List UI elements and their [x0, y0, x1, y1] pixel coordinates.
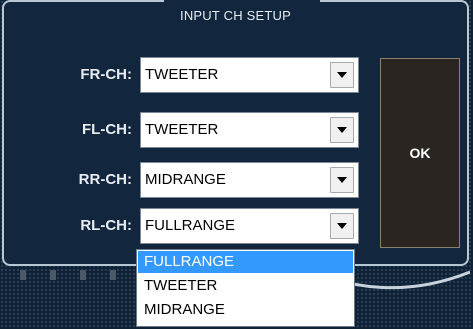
channel-select-rl[interactable]: FULLRANGE — [140, 208, 359, 244]
dropdown-option-fullrange[interactable]: FULLRANGE — [138, 251, 353, 273]
channel-label-rr: RR-CH: — [78, 171, 132, 188]
decorative-meter-strip — [20, 270, 140, 282]
channel-label-rl: RL-CH: — [80, 217, 132, 234]
dialog-title: INPUT CH SETUP — [180, 8, 291, 23]
input-channel-setup-dialog: INPUT CH SETUP FR-CH: TWEETER FL-CH: TWE… — [2, 0, 469, 266]
channel-label-fl: FL-CH: — [82, 121, 132, 138]
channel-label-fr: FR-CH: — [80, 66, 132, 83]
channel-select-fl-value: TWEETER — [145, 121, 219, 138]
dropdown-arrow-icon[interactable] — [330, 62, 354, 88]
channel-dropdown-list: FULLRANGE TWEETER MIDRANGE — [136, 249, 355, 327]
dropdown-arrow-icon[interactable] — [330, 167, 354, 193]
channel-select-rl-value: FULLRANGE — [145, 217, 236, 234]
channel-select-fr[interactable]: TWEETER — [140, 57, 359, 93]
ok-button[interactable]: OK — [380, 58, 460, 248]
channel-select-rr[interactable]: MIDRANGE — [140, 162, 359, 198]
dropdown-arrow-icon[interactable] — [330, 213, 354, 239]
dropdown-option-tweeter[interactable]: TWEETER — [138, 275, 353, 297]
channel-select-rr-value: MIDRANGE — [145, 171, 226, 188]
title-border-gap — [164, 0, 320, 4]
channel-select-fr-value: TWEETER — [145, 66, 219, 83]
dropdown-arrow-icon[interactable] — [330, 117, 354, 143]
dropdown-option-midrange[interactable]: MIDRANGE — [138, 299, 353, 321]
channel-select-fl[interactable]: TWEETER — [140, 112, 359, 148]
